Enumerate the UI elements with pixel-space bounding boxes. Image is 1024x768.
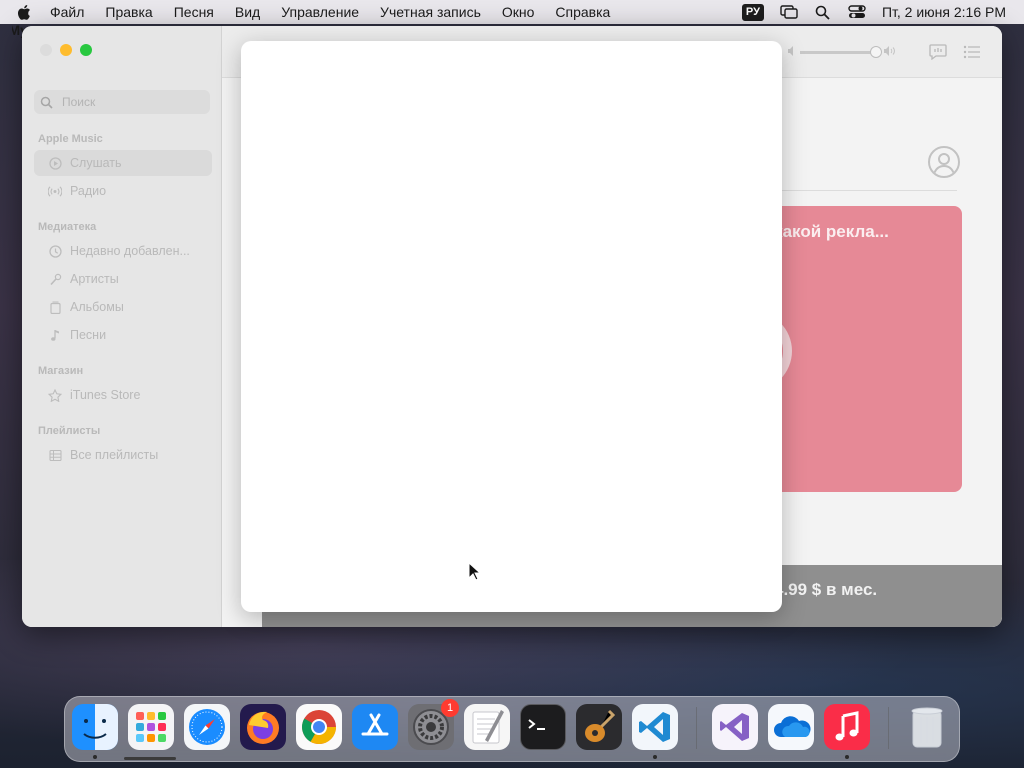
album-icon xyxy=(48,300,62,314)
dock-chrome-icon[interactable] xyxy=(296,704,342,750)
sidebar-item-songs[interactable]: Песни xyxy=(34,322,212,348)
volume-high-icon xyxy=(884,43,896,61)
menu-help[interactable]: Справка xyxy=(555,4,610,20)
dock-garageband-icon[interactable] xyxy=(576,704,622,750)
dock-app-store-icon[interactable] xyxy=(352,704,398,750)
search-placeholder: Поиск xyxy=(62,95,96,109)
star-icon xyxy=(48,388,62,402)
search-icon xyxy=(40,95,54,109)
section-library: Медиатека xyxy=(38,221,97,233)
sidebar-item-label: Радио xyxy=(70,184,107,198)
dock-trash-icon[interactable] xyxy=(904,704,950,750)
dock: 1 xyxy=(64,696,960,762)
dock-safari-icon[interactable] xyxy=(184,704,230,750)
music-note-icon xyxy=(48,328,62,342)
account-avatar-icon[interactable] xyxy=(928,146,960,178)
menu-account[interactable]: Учетная запись xyxy=(380,4,481,20)
dock-music-icon[interactable] xyxy=(824,704,870,750)
volume-track[interactable] xyxy=(800,45,882,58)
sidebar-item-label: Слушать xyxy=(70,156,122,170)
blank-sheet-dialog xyxy=(241,41,782,612)
menu-bar-clock[interactable]: Пт, 2 июня 2:16 PM xyxy=(882,4,1006,20)
subscription-price-text: 4.99 $ в мес. xyxy=(774,580,878,599)
menu-controls[interactable]: Управление xyxy=(281,4,359,20)
volume-slider[interactable] xyxy=(788,44,898,60)
vscode-running-dot xyxy=(653,755,657,759)
finder-running-dot xyxy=(93,755,97,759)
dock-scroll-indicator xyxy=(124,757,176,760)
radio-waves-icon xyxy=(48,184,62,198)
menu-edit[interactable]: Правка xyxy=(105,4,152,20)
dock-textedit-icon[interactable] xyxy=(464,704,510,750)
sidebar-item-listen[interactable]: Слушать xyxy=(34,150,212,176)
sidebar-item-recently-added[interactable]: Недавно добавлен... xyxy=(34,238,212,264)
dock-separator xyxy=(696,707,697,749)
sidebar-item-label: Альбомы xyxy=(70,300,124,314)
screen-mirroring-icon[interactable] xyxy=(780,3,798,21)
section-apple-music: Apple Music xyxy=(38,133,103,145)
section-playlists: Плейлисты xyxy=(38,425,101,437)
grid-list-icon xyxy=(48,448,62,462)
queue-list-icon[interactable] xyxy=(962,42,982,62)
dock-firefox-icon[interactable] xyxy=(240,704,286,750)
control-center-icon[interactable] xyxy=(848,3,866,21)
dock-terminal-icon[interactable] xyxy=(520,704,566,750)
sidebar-item-label: Все плейлисты xyxy=(70,448,159,462)
menu-song[interactable]: Песня xyxy=(174,4,214,20)
clock-icon xyxy=(48,244,62,258)
section-store: Магазин xyxy=(38,365,84,377)
sidebar-item-label: Недавно добавлен... xyxy=(70,244,190,258)
volume-low-icon xyxy=(788,43,796,61)
sidebar-item-label: Песни xyxy=(70,328,107,342)
microphone-icon xyxy=(48,272,62,286)
dock-finder-icon[interactable] xyxy=(72,704,118,750)
dock-separator xyxy=(888,707,889,749)
sidebar-item-all-playlists[interactable]: Все плейлисты xyxy=(34,442,212,468)
dock-launchpad-icon[interactable] xyxy=(128,704,174,750)
input-source-indicator[interactable]: РУ xyxy=(741,3,764,21)
volume-thumb[interactable] xyxy=(870,45,882,58)
menu-view[interactable]: Вид xyxy=(235,4,260,20)
sidebar: Поиск Apple Music Слушать Радио Медиатек… xyxy=(22,26,222,627)
dock-vscode-icon[interactable] xyxy=(632,704,678,750)
menu-window[interactable]: Окно xyxy=(502,4,535,20)
menu-bar: Музыка Файл Правка Песня Вид Управление … xyxy=(0,0,1024,38)
search-field[interactable]: Поиск xyxy=(34,90,210,114)
music-running-dot xyxy=(845,755,849,759)
sidebar-item-itunes-store[interactable]: iTunes Store xyxy=(34,382,212,408)
sidebar-item-artists[interactable]: Артисты xyxy=(34,266,212,292)
notification-badge: 1 xyxy=(441,699,459,717)
sidebar-item-label: iTunes Store xyxy=(70,388,141,402)
sidebar-item-radio[interactable]: Радио xyxy=(34,178,212,204)
zoom-button[interactable] xyxy=(80,44,92,56)
minimize-button[interactable] xyxy=(60,44,72,56)
spotlight-search-icon[interactable] xyxy=(814,3,832,21)
play-circle-icon xyxy=(48,156,62,170)
close-button[interactable] xyxy=(40,44,52,56)
dock-onedrive-icon[interactable] xyxy=(768,704,814,750)
sidebar-item-albums[interactable]: Альбомы xyxy=(34,294,212,320)
mouse-cursor-icon xyxy=(468,561,482,582)
lyrics-icon[interactable] xyxy=(928,42,948,62)
sidebar-item-label: Артисты xyxy=(70,272,119,286)
dock-visual-studio-icon[interactable] xyxy=(712,704,758,750)
window-controls xyxy=(40,44,92,56)
